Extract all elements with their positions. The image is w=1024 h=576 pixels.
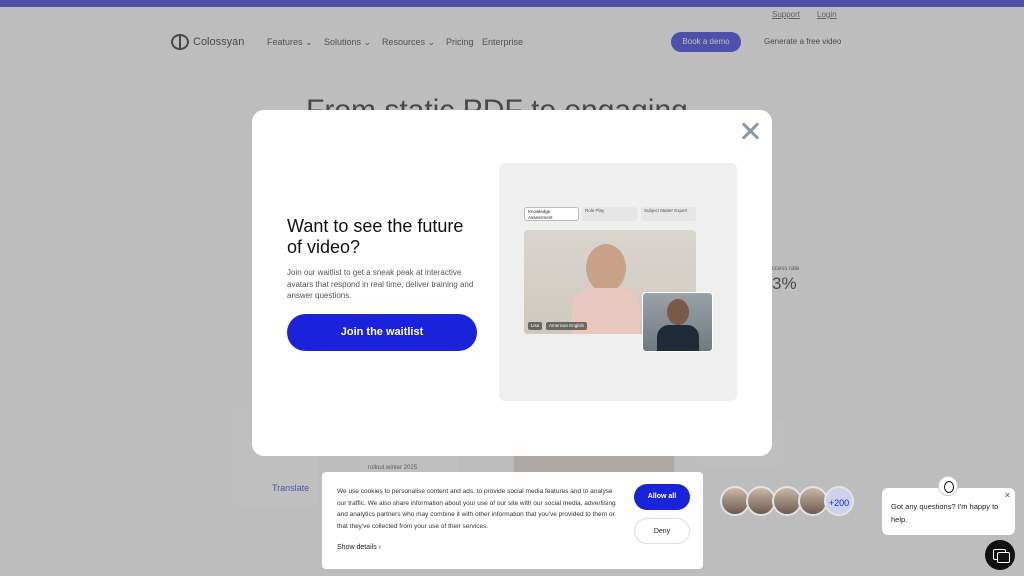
deny-button[interactable]: Deny <box>634 518 690 544</box>
chat-icon[interactable] <box>985 540 1015 570</box>
avatar-stack: +200 <box>720 486 854 516</box>
video-name-label: Lisa <box>528 322 543 330</box>
cookie-text: We use cookies to personalise content an… <box>337 488 616 530</box>
user-video-inset <box>642 292 713 352</box>
close-icon[interactable] <box>739 120 761 142</box>
interactive-avatar-preview: Knowledge Assessment Role Play Subject M… <box>499 163 737 401</box>
close-icon[interactable]: ✕ <box>1004 491 1011 500</box>
join-waitlist-button[interactable]: Join the waitlist <box>287 314 477 351</box>
tab-role-play: Role Play <box>582 207 637 221</box>
chat-bot-logo-icon <box>938 476 958 496</box>
modal-title: Want to see the future of video? <box>287 216 464 257</box>
avatar-count-badge: +200 <box>824 486 854 516</box>
user-body <box>657 325 699 351</box>
chevron-right-icon: › <box>378 544 381 551</box>
allow-all-button[interactable]: Allow all <box>634 484 690 510</box>
tab-knowledge-assessment: Knowledge Assessment <box>524 207 579 221</box>
video-language-label: American English <box>546 322 588 330</box>
tab-subject-matter-expert: Subject Matter Expert <box>641 207 696 221</box>
avatar-face <box>586 244 626 292</box>
modal-description: Join our waitlist to get a sneak peak at… <box>287 268 474 300</box>
user-face <box>667 299 689 325</box>
show-details-link[interactable]: Show details › <box>337 544 381 551</box>
